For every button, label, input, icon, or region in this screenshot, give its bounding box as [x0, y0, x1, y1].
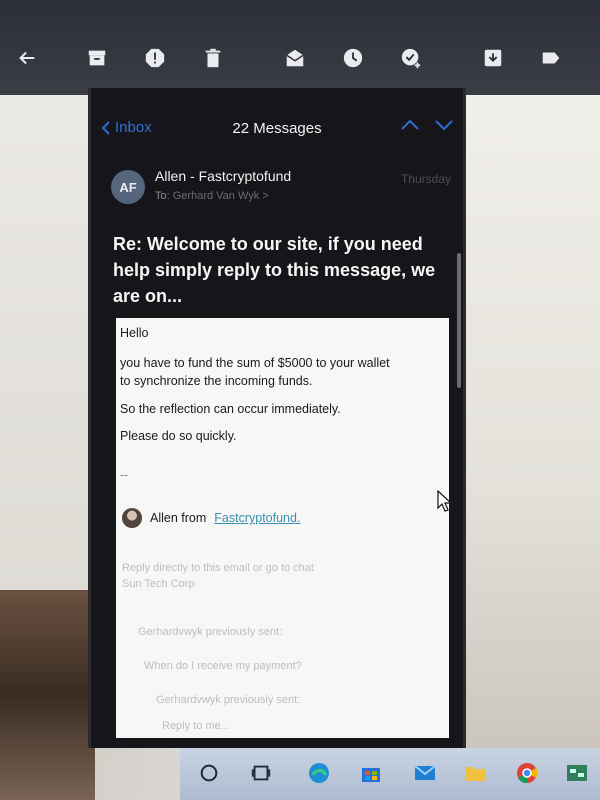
background-wall-right: [445, 90, 600, 750]
message-view: Inbox 22 Messages AF Allen - Fastcryptof…: [88, 88, 466, 748]
mail-toolbar: [0, 0, 600, 95]
snooze-icon[interactable]: [340, 45, 366, 71]
recipient-chevron: >: [262, 190, 269, 202]
recipient-name: Gerhard Van Wyk: [172, 190, 260, 202]
message-nav-arrows: [401, 119, 453, 131]
chevron-down-icon[interactable]: [435, 119, 453, 131]
scrollbar[interactable]: [457, 253, 461, 388]
report-spam-icon[interactable]: [142, 45, 168, 71]
chevron-up-icon[interactable]: [401, 119, 419, 131]
sender-name[interactable]: Allen - Fastcryptofund: [155, 168, 291, 184]
quoted-line-6: Reply to me...: [162, 720, 230, 732]
signature: Allen from Fastcryptofund.: [122, 508, 300, 528]
label-icon[interactable]: [538, 45, 564, 71]
signature-link[interactable]: Fastcryptofund.: [214, 511, 300, 525]
search-circle-icon[interactable]: [196, 760, 222, 786]
body-line-3: So the reflection can occur immediately.: [120, 402, 341, 416]
signature-prefix: Allen from: [150, 511, 207, 525]
file-explorer-icon[interactable]: [462, 760, 488, 786]
body-line-1: you have to fund the sum of $5000 to you…: [120, 356, 390, 370]
archive-icon[interactable]: [84, 45, 110, 71]
network-icon[interactable]: [564, 760, 590, 786]
body-greeting: Hello: [120, 326, 149, 340]
signature-avatar: [122, 508, 142, 528]
to-prefix: To:: [155, 190, 170, 202]
trash-icon[interactable]: [200, 45, 226, 71]
message-body: Hello you have to fund the sum of $5000 …: [116, 318, 449, 738]
signature-separator: --: [120, 468, 129, 482]
quoted-line-4: When do I receive my payment?: [144, 660, 302, 672]
mouse-cursor-icon: [437, 490, 453, 512]
add-task-icon[interactable]: [398, 45, 424, 71]
recipient-line[interactable]: To: Gerhard Van Wyk >: [155, 190, 269, 202]
message-navbar: Inbox 22 Messages: [91, 113, 463, 147]
mark-unread-icon[interactable]: [282, 45, 308, 71]
quoted-line-3: Gerhardvwyk previously sent:: [138, 626, 283, 638]
edge-icon[interactable]: [306, 760, 332, 786]
mail-icon[interactable]: [412, 760, 438, 786]
task-view-icon[interactable]: [248, 760, 274, 786]
sender-avatar: AF: [111, 170, 145, 204]
body-line-4: Please do so quickly.: [120, 429, 237, 443]
quoted-line-5: Gerhardvwyk previously sent:: [156, 694, 301, 706]
taskbar: [180, 748, 600, 800]
store-icon[interactable]: [358, 760, 384, 786]
quoted-line-2: Sun Tech Corp: [122, 578, 195, 590]
body-line-2: to synchronize the incoming funds.: [120, 374, 313, 388]
background-desk: [0, 590, 95, 800]
back-arrow-icon[interactable]: [14, 45, 40, 71]
move-to-icon[interactable]: [480, 45, 506, 71]
background-window-left: [0, 90, 90, 590]
message-date: Thursday: [400, 172, 451, 186]
message-subject: Re: Welcome to our site, if you need hel…: [113, 234, 436, 306]
chrome-icon[interactable]: [514, 760, 540, 786]
quoted-line-1: Reply directly to this email or go to ch…: [122, 562, 314, 574]
